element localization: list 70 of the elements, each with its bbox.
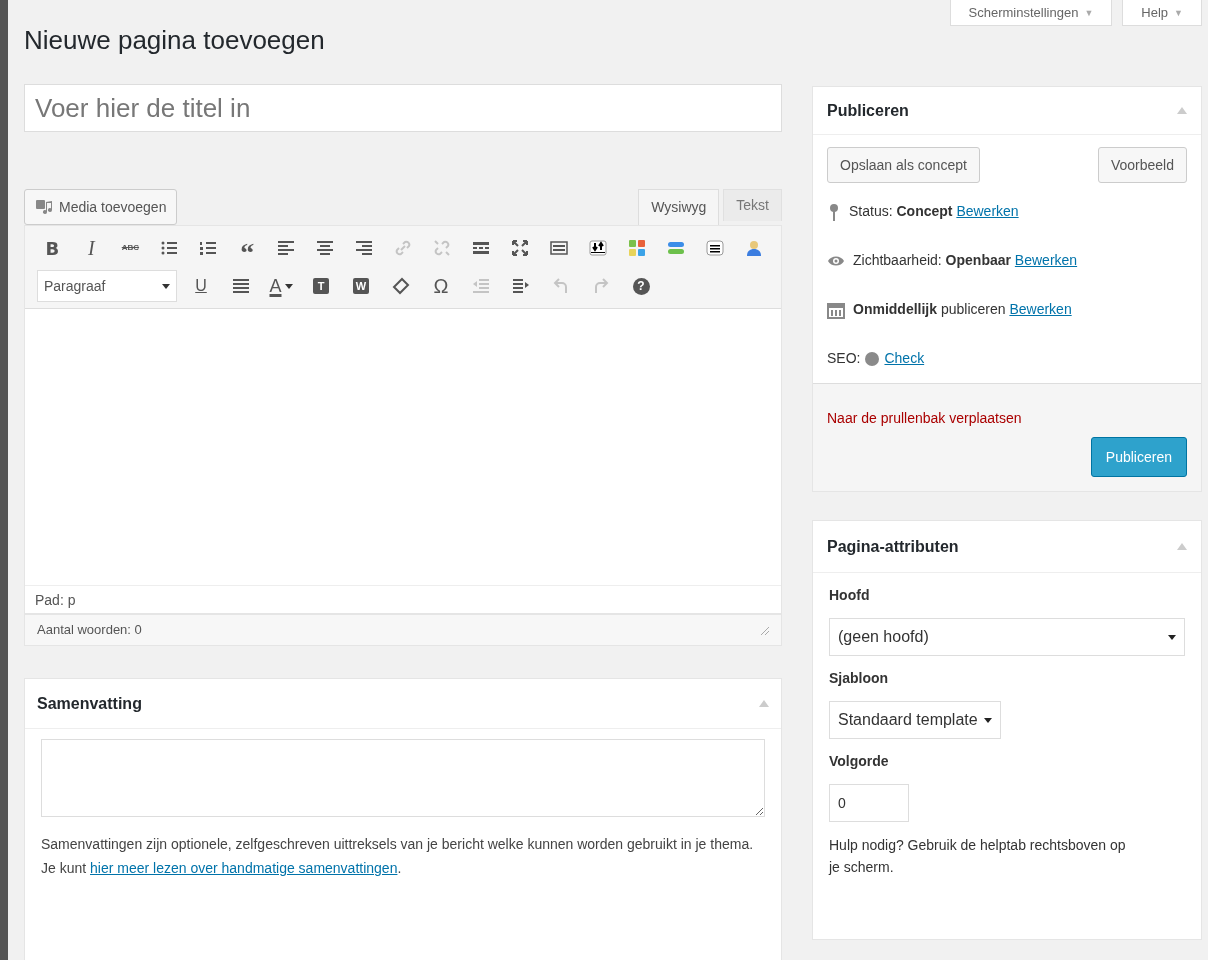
add-media-button[interactable]: Media toevoegen <box>24 189 178 225</box>
caret-icon <box>983 717 992 723</box>
paste-text-button[interactable]: T <box>305 272 337 300</box>
publish-status-text: Status: Concept Bewerken <box>849 202 1019 221</box>
align-right-icon <box>355 239 374 257</box>
sort-icon <box>588 239 607 257</box>
editor-path: Pad: p <box>25 585 781 613</box>
template-label: Sjabloon <box>829 669 890 688</box>
editor-tab[interactable]: Tekst <box>723 189 782 221</box>
calendar-icon <box>827 300 845 319</box>
parent-select[interactable]: (geen hoofd) <box>829 618 1185 656</box>
caret-icon <box>1168 634 1176 640</box>
seo-label: SEO: <box>827 349 861 368</box>
screen-options-tab[interactable]: Help ▼ <box>1122 0 1202 26</box>
link-icon <box>394 239 413 257</box>
resize-handle-icon[interactable] <box>759 625 769 635</box>
eye-icon <box>827 254 845 267</box>
align-center-icon <box>316 239 335 257</box>
align-left-icon <box>277 239 296 257</box>
pin-icon <box>827 202 841 221</box>
person-icon <box>744 239 763 257</box>
strikethrough-button[interactable]: ABC <box>114 234 146 262</box>
redo-icon <box>592 277 610 295</box>
italic-button[interactable]: I <box>75 234 107 262</box>
fullscreen-icon <box>510 239 529 257</box>
save-draft-button[interactable]: Opslaan als concept <box>827 147 980 183</box>
unlink-icon <box>433 239 451 257</box>
caret-icon <box>284 283 293 289</box>
edit-link[interactable]: Bewerken <box>1014 252 1078 268</box>
justify-icon <box>232 277 250 295</box>
tiles-icon <box>627 239 646 257</box>
underline-button[interactable]: U <box>185 272 217 300</box>
screen-options-tab[interactable]: Scherminstellingen ▼ <box>949 0 1113 26</box>
bullets-icon <box>160 239 179 257</box>
publish-status-text: Onmiddellijk publiceren Bewerken <box>853 300 1072 319</box>
seo-check-link[interactable]: Check <box>884 348 925 369</box>
panel-title: Samenvatting <box>37 693 142 714</box>
bold-button[interactable]: B <box>37 234 68 262</box>
excerpt-help-text: Samenvattingen zijn optionele, zelfgeschreven uittreksels van je bericht welke kunnen worden gebruikt in je thema. Je kunt hier meer lezen over handmatige samenvattingen. <box>41 835 755 878</box>
undo-icon <box>552 277 570 295</box>
preview-button[interactable]: Voorbeeld <box>1097 147 1187 183</box>
move-to-trash-link[interactable]: Naar de prullenbak verplaatsen <box>827 408 1187 429</box>
page-title: Nieuwe pagina toevoegen <box>24 24 326 56</box>
title-input-field[interactable]: Voer hier de titel in <box>24 84 782 132</box>
edit-link[interactable]: Bewerken <box>1009 301 1072 317</box>
paste-word-button[interactable]: W <box>345 272 377 300</box>
parent-label: Hoofd <box>829 586 871 605</box>
text-color-button[interactable]: A <box>265 272 297 300</box>
word-count: Aantal woorden: 0 <box>37 621 142 640</box>
outdent-icon <box>472 277 490 295</box>
publish-status-text: Zichtbaarheid: Openbaar Bewerken <box>853 251 1078 270</box>
format-select[interactable]: Paragraaf <box>37 270 177 302</box>
panel-title: Publiceren <box>827 100 909 121</box>
template-select[interactable]: Standaard template <box>829 701 1001 739</box>
order-label: Volgorde <box>829 752 890 771</box>
special-character-button[interactable]: Ω <box>425 272 457 300</box>
caret-icon <box>162 283 170 289</box>
edit-link[interactable]: Bewerken <box>956 203 1019 219</box>
media-icon <box>35 199 53 215</box>
notepad-icon <box>705 239 724 257</box>
panel-title: Pagina-attributen <box>827 536 959 557</box>
indent-icon <box>512 277 530 295</box>
attributes-help-text: Hulp nodig? Gebruik de helptab rechtsboven op je scherm. <box>829 836 1127 877</box>
editor-tab[interactable]: Wysiwyg <box>638 189 720 225</box>
bars-icon <box>666 239 685 257</box>
order-input-field[interactable]: 0 <box>829 784 909 822</box>
numbers-icon <box>199 239 218 257</box>
help-button[interactable]: ? <box>625 272 657 300</box>
more-icon <box>471 239 490 257</box>
blockquote-button[interactable]: “ <box>231 234 263 262</box>
